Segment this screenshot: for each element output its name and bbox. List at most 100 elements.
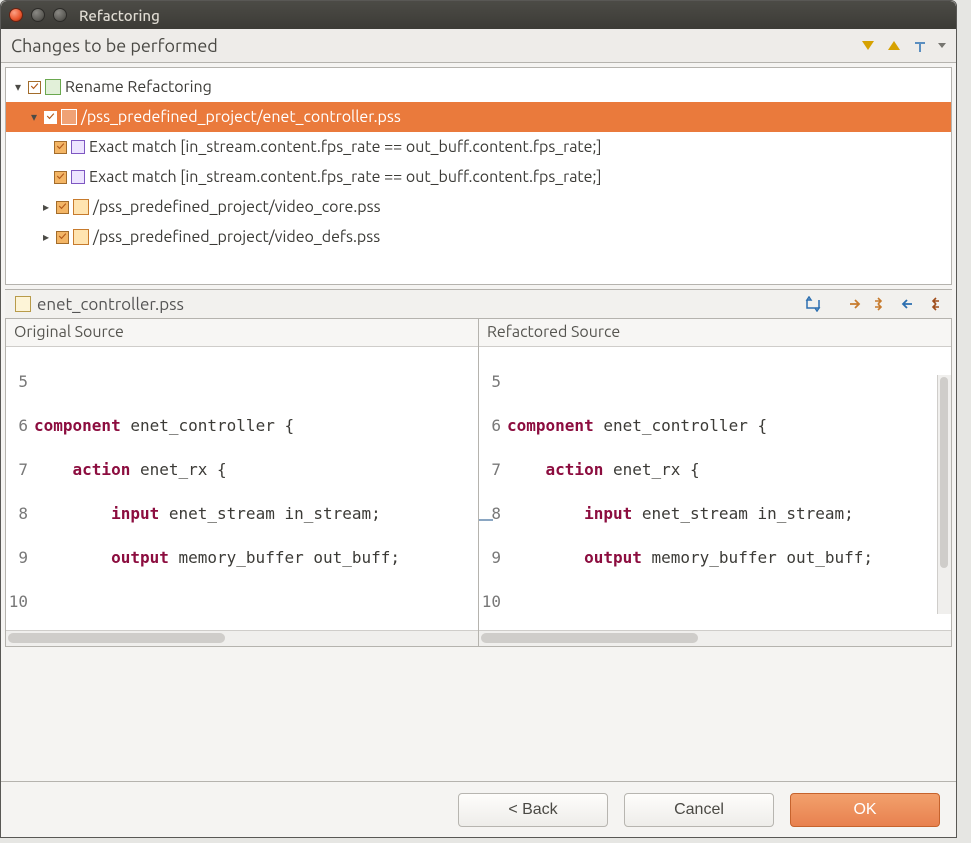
pane-title: Original Source (6, 319, 478, 347)
tree-file-label: /pss_predefined_project/video_core.pss (93, 198, 381, 216)
kw: input (111, 504, 159, 523)
tree-match-label: Exact match [in_stream.content.fps_rate … (89, 168, 602, 186)
pane-title: Refactored Source (479, 319, 951, 347)
copy-all-left-button[interactable] (924, 296, 942, 312)
line-number: 5 (479, 371, 507, 393)
file-icon (73, 199, 89, 215)
kw: input (584, 504, 632, 523)
code-text: memory_buffer out_buff; (642, 548, 873, 567)
tree-match-label: Exact match [in_stream.content.fps_rate … (89, 138, 602, 156)
diff-viewer: Original Source 5 6component enet_contro… (5, 319, 952, 647)
tree-file[interactable]: /pss_predefined_project/video_defs.pss (6, 222, 951, 252)
twisty-open-icon[interactable] (28, 111, 40, 123)
original-source-pane: Original Source 5 6component enet_contro… (6, 319, 478, 646)
prev-change-button[interactable] (884, 36, 904, 56)
line-number: 6 (479, 415, 507, 437)
menu-caret-icon[interactable] (938, 43, 946, 48)
checkbox[interactable] (44, 111, 57, 124)
code-right: 5 6component enet_controller { 7 action … (479, 347, 951, 630)
code-text: memory_buffer out_buff; (169, 548, 400, 567)
changes-tree-panel: Rename Refactoring /pss_predefined_proje… (5, 67, 952, 285)
code-text: enet_controller { (594, 416, 767, 435)
tree-file[interactable]: /pss_predefined_project/video_core.pss (6, 192, 951, 222)
titlebar: Refactoring (1, 1, 956, 29)
line-number: 10 (479, 591, 507, 613)
checkbox[interactable] (54, 171, 67, 184)
kw: action (73, 460, 131, 479)
tree-root-label: Rename Refactoring (65, 78, 212, 96)
line-number: 8 (479, 503, 507, 525)
tree-match[interactable]: Exact match [in_stream.content.fps_rate … (6, 132, 951, 162)
line-number: 9 (6, 547, 34, 569)
h-scrollbar[interactable] (479, 630, 951, 646)
changes-label: Changes to be performed (11, 36, 218, 56)
h-scrollbar[interactable] (6, 630, 478, 646)
file-icon (15, 296, 31, 312)
dialog-footer: < Back Cancel OK (1, 781, 956, 837)
scroll-thumb[interactable] (8, 633, 225, 643)
filter-icon (913, 39, 927, 53)
diff-toolbar: enet_controller.pss (5, 289, 952, 319)
arrow-up-icon (888, 41, 900, 50)
scroll-thumb[interactable] (481, 633, 698, 643)
refactoring-dialog: Refactoring Changes to be performed Rena… (0, 0, 957, 838)
code-text: enet_controller { (121, 416, 294, 435)
copy-all-right-button[interactable] (872, 296, 890, 312)
v-scrollbar[interactable] (937, 375, 951, 614)
diff-filename: enet_controller.pss (15, 295, 184, 314)
tree-file-selected[interactable]: /pss_predefined_project/enet_controller.… (6, 102, 951, 132)
match-icon (71, 170, 85, 184)
code-text: enet_rx { (130, 460, 226, 479)
file-icon (73, 229, 89, 245)
copy-right-button[interactable] (846, 296, 864, 312)
changes-tree: Rename Refactoring /pss_predefined_proje… (6, 68, 951, 256)
twisty-open-icon[interactable] (12, 81, 24, 93)
kw: component (34, 416, 121, 435)
close-icon[interactable] (9, 8, 23, 22)
tree-root[interactable]: Rename Refactoring (6, 72, 951, 102)
spacer (1, 647, 956, 781)
changes-header: Changes to be performed (1, 29, 956, 63)
checkbox[interactable] (28, 81, 41, 94)
copy-left-button[interactable] (898, 296, 916, 312)
checkbox[interactable] (56, 201, 69, 214)
code-left: 5 6component enet_controller { 7 action … (6, 347, 478, 630)
line-number: 8 (6, 503, 34, 525)
checkbox[interactable] (56, 231, 69, 244)
tree-match[interactable]: Exact match [in_stream.content.fps_rate … (6, 162, 951, 192)
swap-panes-button[interactable] (804, 296, 822, 312)
refactored-source-pane: Refactored Source 5 6component enet_cont… (478, 319, 951, 646)
code-viewport-right[interactable]: 5 6component enet_controller { 7 action … (479, 347, 951, 630)
match-icon (71, 140, 85, 154)
twisty-closed-icon[interactable] (40, 201, 52, 213)
window-title: Refactoring (79, 7, 160, 24)
line-number: 10 (6, 591, 34, 613)
kw: action (546, 460, 604, 479)
cancel-button[interactable]: Cancel (624, 793, 774, 827)
line-number: 7 (479, 459, 507, 481)
kw: component (507, 416, 594, 435)
kw: output (111, 548, 169, 567)
code-text: enet_stream in_stream; (159, 504, 381, 523)
code-text: enet_stream in_stream; (632, 504, 854, 523)
refactor-icon (45, 79, 61, 95)
file-icon (61, 109, 77, 125)
header-toolbar (858, 36, 946, 56)
line-number: 5 (6, 371, 34, 393)
tree-file-label: /pss_predefined_project/enet_controller.… (81, 108, 401, 126)
twisty-closed-icon[interactable] (40, 231, 52, 243)
diff-connector (478, 519, 493, 521)
code-text: enet_rx { (603, 460, 699, 479)
code-viewport-left[interactable]: 5 6component enet_controller { 7 action … (6, 347, 478, 630)
line-number: 9 (479, 547, 507, 569)
scroll-thumb[interactable] (940, 377, 948, 568)
tree-file-label: /pss_predefined_project/video_defs.pss (93, 228, 380, 246)
arrow-down-icon (862, 41, 874, 50)
maximize-icon[interactable] (53, 8, 67, 22)
back-button[interactable]: < Back (458, 793, 608, 827)
ok-button[interactable]: OK (790, 793, 940, 827)
next-change-button[interactable] (858, 36, 878, 56)
minimize-icon[interactable] (31, 8, 45, 22)
checkbox[interactable] (54, 141, 67, 154)
filter-button[interactable] (910, 36, 930, 56)
